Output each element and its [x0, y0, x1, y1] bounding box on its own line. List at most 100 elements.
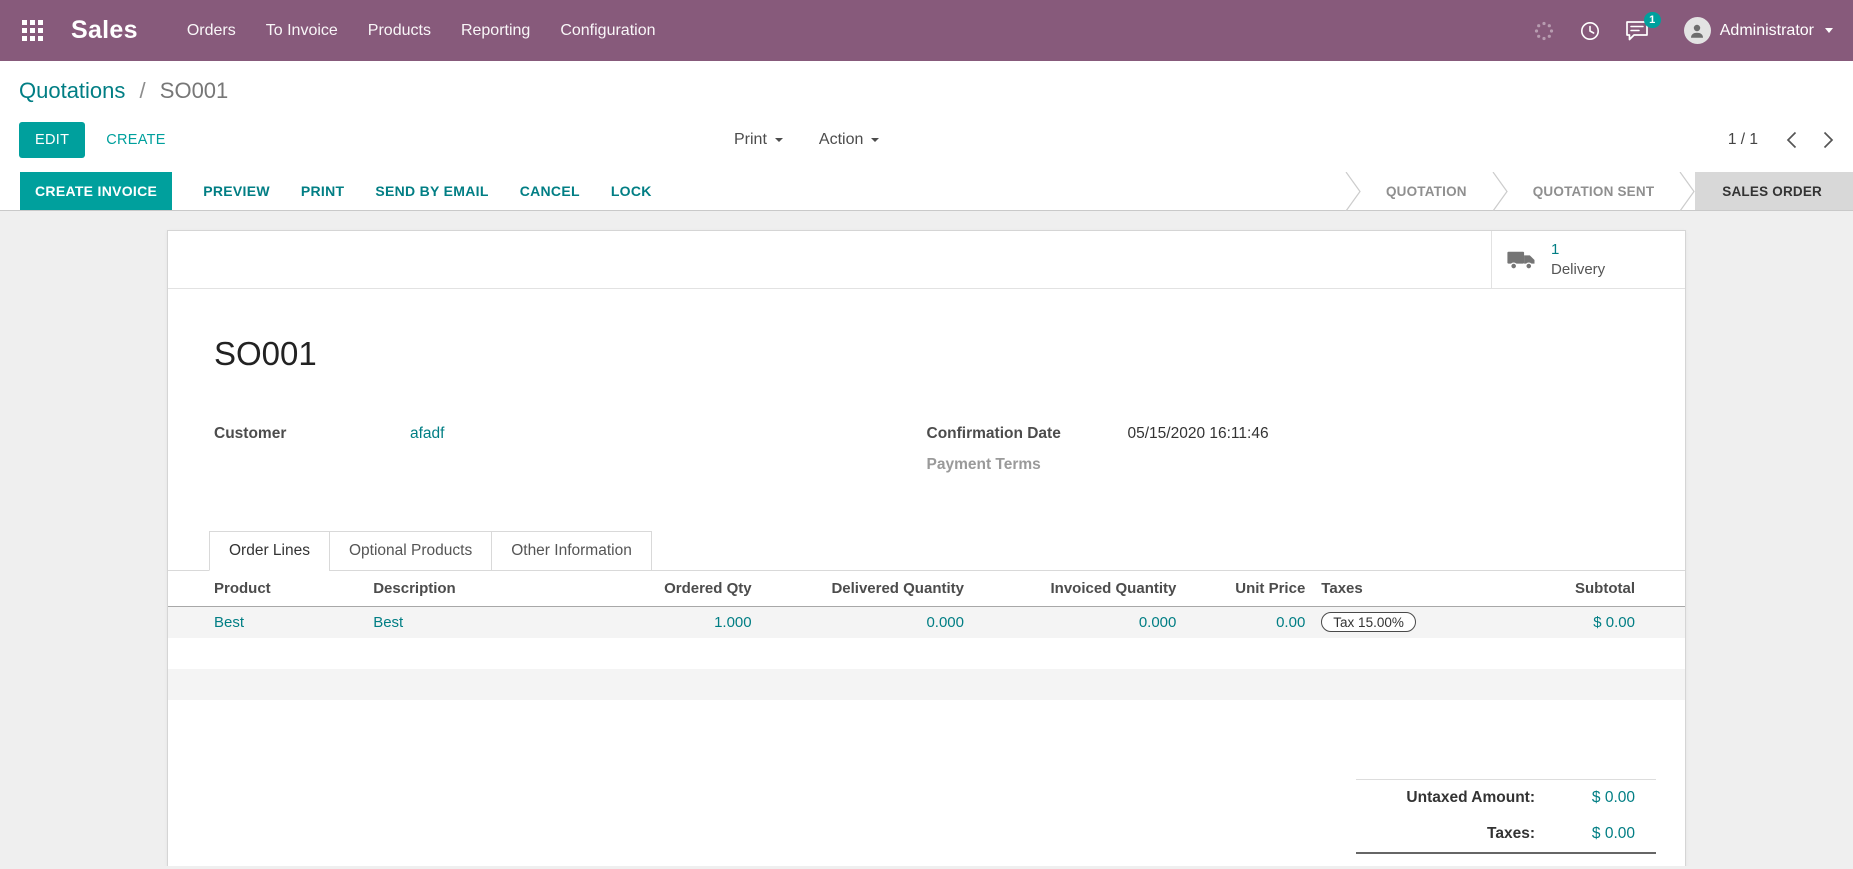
totals-footer: Untaxed Amount: $ 0.00 Taxes: $ 0.00 Tot…: [1356, 778, 1656, 867]
chevron-right-icon: [1823, 131, 1834, 149]
col-header-product: Product: [168, 571, 366, 607]
total-row: Total: $ 0.00: [1356, 851, 1656, 867]
notebook-tabs: Order Lines Optional Products Other Info…: [168, 531, 1685, 571]
systray: 1 Administrator: [1533, 11, 1833, 44]
tab-other-information[interactable]: Other Information: [491, 531, 652, 571]
col-header-description: Description: [365, 571, 593, 607]
col-header-invoiced-quantity: Invoiced Quantity: [971, 571, 1185, 607]
customer-label: Customer: [214, 425, 287, 442]
app-menu: Orders To Invoice Products Reporting Con…: [172, 0, 671, 61]
col-header-ordered-qty: Ordered Qty: [592, 571, 760, 607]
chevron-down-icon: [1825, 28, 1833, 33]
form-sheet: 1 Delivery SO001 Customer afadf Confirma…: [167, 230, 1686, 866]
table-header-row: Product Description Ordered Qty Delivere…: [168, 571, 1685, 607]
status-arrow-icon: [1679, 171, 1696, 211]
user-name: Administrator: [1719, 21, 1814, 39]
control-panel: Quotations / SO001 EDIT CREATE Print Act…: [0, 61, 1853, 172]
create-invoice-button[interactable]: CREATE INVOICE: [20, 172, 173, 210]
cell-taxes: Tax 15.00%: [1313, 607, 1518, 638]
breadcrumb: Quotations / SO001: [19, 77, 1834, 105]
menu-products[interactable]: Products: [353, 0, 446, 61]
untaxed-amount-label: Untaxed Amount:: [1406, 788, 1535, 806]
delivery-smart-button[interactable]: 1 Delivery: [1491, 231, 1685, 288]
messages-icon[interactable]: 1: [1625, 11, 1661, 42]
status-arrow-icon: [1345, 171, 1361, 211]
cell-subtotal: $ 0.00: [1593, 613, 1635, 631]
pager-previous-button[interactable]: [1786, 131, 1797, 149]
cell-product[interactable]: Best: [168, 607, 365, 638]
control-panel-buttons: EDIT CREATE Print Action 1 / 1: [19, 120, 1834, 160]
statusbar: CREATE INVOICE PREVIEW PRINT SEND BY EMA…: [0, 171, 1853, 211]
taxes-row: Taxes: $ 0.00: [1356, 816, 1656, 852]
order-line-row[interactable]: Best Best 1.000 0.000 0.000 0.00 Tax 15.…: [168, 606, 1685, 638]
total-label: Total:: [1356, 864, 1563, 867]
menu-to-invoice[interactable]: To Invoice: [251, 0, 353, 61]
breadcrumb-current: SO001: [159, 78, 229, 103]
print-button[interactable]: PRINT: [301, 172, 345, 210]
cell-description: Best: [373, 613, 404, 631]
col-header-delivered-quantity: Delivered Quantity: [759, 571, 972, 607]
avatar: [1683, 17, 1711, 44]
send-by-email-button[interactable]: SEND BY EMAIL: [375, 172, 488, 210]
pager: 1 / 1: [1728, 131, 1834, 149]
cell-invoiced-qty: 0.000: [1138, 613, 1177, 631]
delivery-label: Delivery: [1551, 260, 1606, 278]
user-icon: [1691, 24, 1704, 38]
payment-terms-label: Payment Terms: [926, 456, 1041, 473]
payment-terms-field-row: Payment Terms: [927, 456, 1640, 474]
chevron-down-icon: [871, 138, 880, 142]
taxes-value: $ 0.00: [1591, 824, 1635, 842]
tab-optional-products[interactable]: Optional Products: [328, 531, 493, 571]
app-name[interactable]: Sales: [71, 16, 138, 45]
customer-value-link[interactable]: afadf: [410, 425, 444, 443]
breadcrumb-quotations[interactable]: Quotations: [19, 78, 125, 103]
pager-next-button[interactable]: [1823, 131, 1834, 149]
print-dropdown[interactable]: Print: [734, 131, 783, 149]
preview-button[interactable]: PREVIEW: [203, 172, 270, 210]
chevron-left-icon: [1786, 131, 1797, 149]
pager-value: 1 / 1: [1727, 131, 1758, 148]
chevron-down-icon: [774, 138, 783, 142]
status-pipeline: QUOTATION QUOTATION SENT SALES ORDER: [1345, 171, 1853, 211]
action-dropdown[interactable]: Action: [819, 131, 880, 149]
confirmation-date-field-row: Confirmation Date 05/15/2020 16:11:46: [927, 425, 1640, 443]
tab-order-lines[interactable]: Order Lines: [209, 531, 330, 571]
apps-menu-icon[interactable]: [14, 12, 51, 49]
field-groups: Customer afadf Confirmation Date 05/15/2…: [168, 425, 1685, 487]
cancel-button[interactable]: CANCEL: [520, 172, 580, 210]
smart-button-area: 1 Delivery: [168, 231, 1685, 289]
create-button[interactable]: CREATE: [91, 122, 181, 158]
menu-orders[interactable]: Orders: [172, 0, 251, 61]
order-lines-table: Product Description Ordered Qty Delivere…: [168, 571, 1685, 731]
loading-spinner-icon: [1533, 20, 1555, 42]
table-empty-row: [168, 668, 1685, 700]
top-navbar: Sales Orders To Invoice Products Reporti…: [0, 0, 1853, 61]
form-view: 1 Delivery SO001 Customer afadf Confirma…: [0, 211, 1853, 866]
edit-button[interactable]: EDIT: [19, 122, 86, 158]
user-menu[interactable]: Administrator: [1683, 17, 1833, 44]
confirmation-date-value: 05/15/2020 16:11:46: [1127, 425, 1269, 442]
menu-reporting[interactable]: Reporting: [446, 0, 545, 61]
table-empty-row: [168, 700, 1685, 731]
tax-tag: Tax 15.00%: [1321, 612, 1416, 633]
cell-ordered-qty: 1.000: [714, 613, 752, 631]
untaxed-amount-row: Untaxed Amount: $ 0.00: [1356, 778, 1656, 816]
lock-button[interactable]: LOCK: [611, 172, 652, 210]
taxes-label: Taxes:: [1487, 824, 1535, 842]
col-header-taxes: Taxes: [1313, 571, 1519, 607]
state-quotation[interactable]: QUOTATION: [1361, 172, 1492, 210]
breadcrumb-separator: /: [139, 78, 146, 103]
col-header-subtotal: Subtotal: [1518, 571, 1685, 607]
menu-configuration[interactable]: Configuration: [545, 0, 670, 61]
messages-badge: 1: [1643, 11, 1661, 28]
table-empty-row: [168, 638, 1685, 669]
activity-clock-icon[interactable]: [1579, 20, 1601, 42]
col-header-unit-price: Unit Price: [1184, 571, 1314, 607]
print-dropdown-label: Print: [734, 131, 767, 148]
cell-unit-price: 0.00: [1276, 613, 1306, 631]
delivery-count: 1: [1551, 241, 1560, 258]
confirmation-date-label: Confirmation Date: [926, 425, 1061, 442]
truck-icon: [1507, 251, 1535, 270]
status-arrow-icon: [1492, 171, 1508, 211]
state-quotation-sent[interactable]: QUOTATION SENT: [1508, 172, 1680, 210]
